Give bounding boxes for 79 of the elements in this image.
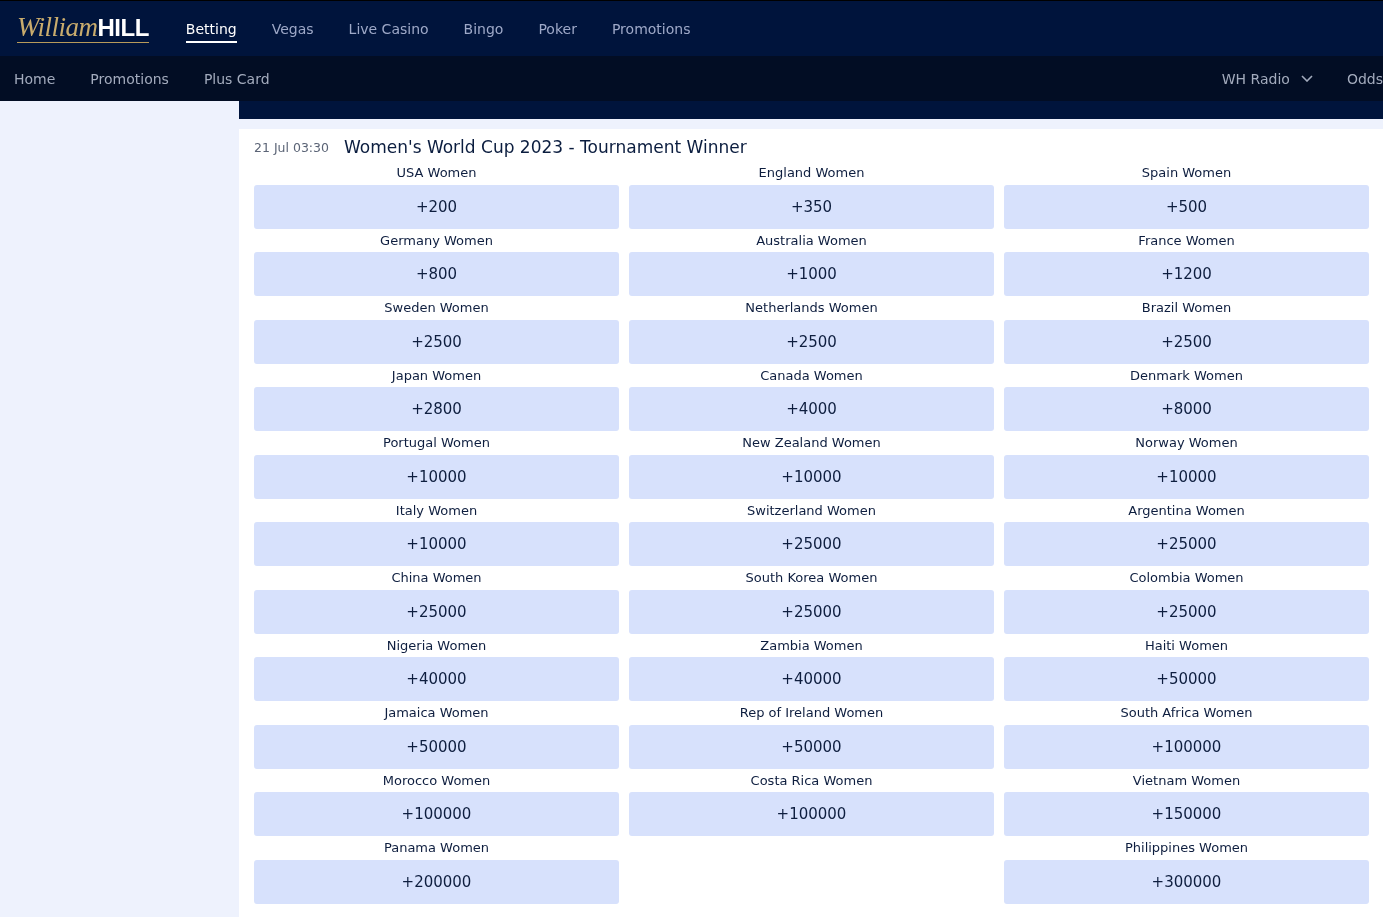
team-name: South Korea Women: [745, 569, 878, 587]
odds-button[interactable]: +100000: [254, 792, 619, 836]
odds-button[interactable]: +1000: [629, 252, 994, 296]
odds-button[interactable]: +8000: [1004, 387, 1369, 431]
odds-button[interactable]: +2500: [254, 319, 619, 364]
odds-button[interactable]: +10000: [629, 454, 994, 499]
team-name: Netherlands Women: [745, 299, 878, 317]
odds-button[interactable]: +25000: [1004, 522, 1369, 566]
team-name: England Women: [758, 164, 865, 182]
team-name: Zambia Women: [760, 636, 863, 655]
odds-button[interactable]: +200000: [254, 859, 619, 904]
odds-button[interactable]: +2800: [254, 387, 619, 431]
team-name: Portugal Women: [383, 434, 490, 452]
team-name: Jamaica Women: [384, 704, 489, 722]
team-name: Italy Women: [395, 501, 478, 520]
nav-tab[interactable]: Bingo: [463, 20, 504, 43]
odds-button[interactable]: +800: [254, 252, 619, 296]
team-name: Morocco Women: [382, 771, 491, 790]
event-date: 21 Jul 03:30: [254, 139, 329, 155]
team-name: South Africa Women: [1120, 704, 1253, 722]
odds-button[interactable]: +25000: [629, 522, 994, 566]
odds-button[interactable]: +1200: [1004, 252, 1369, 296]
nav-tab[interactable]: Promotions: [611, 20, 691, 43]
team-name: France Women: [1138, 231, 1235, 250]
nav-tab[interactable]: Betting: [185, 20, 237, 43]
nav-link[interactable]: Promotions: [90, 70, 169, 87]
team-name: Germany Women: [380, 231, 493, 250]
team-name: Argentina Women: [1128, 501, 1245, 520]
team-name: Costa Rica Women: [750, 771, 873, 790]
radio-dropdown[interactable]: WH Radio: [1221, 70, 1313, 87]
team-name: Switzerland Women: [747, 501, 876, 520]
odds-button[interactable]: +2500: [629, 319, 994, 364]
team-name: Sweden Women: [384, 299, 489, 317]
team-name: Japan Women: [391, 366, 482, 385]
nav-tab[interactable]: Live Casino: [348, 20, 429, 43]
team-name: Brazil Women: [1141, 299, 1232, 317]
team-name: New Zealand Women: [742, 434, 881, 452]
odds-button[interactable]: +10000: [254, 454, 619, 499]
odds-button[interactable]: +10000: [254, 522, 619, 566]
odds-button[interactable]: +50000: [629, 724, 994, 769]
team-name: Colombia Women: [1129, 569, 1244, 587]
team-name: Denmark Women: [1130, 366, 1243, 385]
odds-button[interactable]: +40000: [629, 657, 994, 701]
odds-button[interactable]: +10000: [1004, 454, 1369, 499]
odds-button[interactable]: +50000: [1004, 657, 1369, 701]
odds-button[interactable]: +350: [629, 184, 994, 229]
team-name: Panama Women: [383, 839, 490, 857]
odds-button[interactable]: +25000: [254, 589, 619, 634]
odds-button[interactable]: +50000: [254, 724, 619, 769]
nav-link[interactable]: Odds: [1346, 70, 1383, 87]
team-name: Norway Women: [1135, 434, 1238, 452]
team-name: USA Women: [396, 164, 477, 182]
team-name: Australia Women: [756, 231, 867, 250]
team-name: Canada Women: [760, 366, 863, 385]
odds-button[interactable]: +200: [254, 184, 619, 229]
nav-link[interactable]: Plus Card: [203, 70, 270, 87]
team-name: Rep of Ireland Women: [739, 704, 884, 722]
team-name: Haiti Women: [1144, 636, 1229, 655]
nav-tab[interactable]: Vegas: [271, 20, 314, 43]
team-name: Vietnam Women: [1132, 771, 1241, 790]
chevron-down-icon: [1300, 75, 1313, 82]
odds-button[interactable]: +40000: [254, 657, 619, 701]
odds-button[interactable]: +2500: [1004, 319, 1369, 364]
odds-button[interactable]: +500: [1004, 184, 1369, 229]
team-name: Philippines Women: [1124, 839, 1249, 857]
nav-tab[interactable]: Poker: [538, 20, 577, 43]
team-name: Nigeria Women: [386, 636, 487, 655]
team-name: Spain Women: [1141, 164, 1232, 182]
odds-button[interactable]: +25000: [1004, 589, 1369, 634]
odds-button[interactable]: +4000: [629, 387, 994, 431]
team-name: China Women: [391, 569, 482, 587]
odds-button[interactable]: +150000: [1004, 792, 1369, 836]
odds-button[interactable]: +300000: [1004, 859, 1369, 904]
odds-button[interactable]: +100000: [629, 792, 994, 836]
logo[interactable]: WilliamHILL: [17, 14, 149, 43]
nav-link[interactable]: Home: [14, 70, 56, 87]
odds-button[interactable]: +100000: [1004, 724, 1369, 769]
market-title: Women's World Cup 2023 - Tournament Winner: [343, 137, 747, 157]
odds-button[interactable]: +25000: [629, 589, 994, 634]
